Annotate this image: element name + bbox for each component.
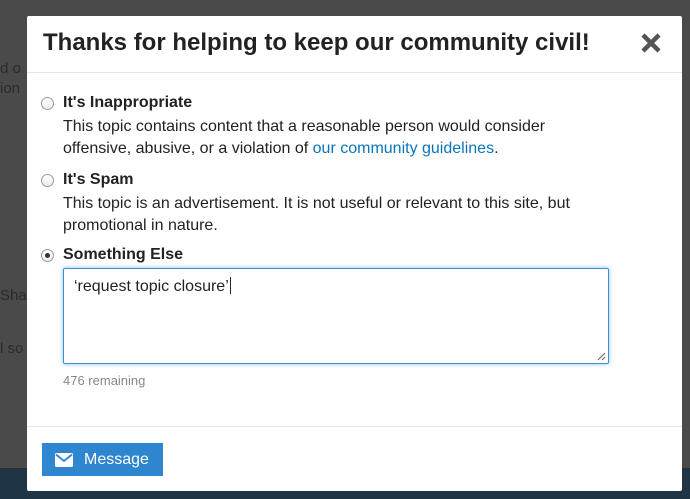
- envelope-icon: [55, 452, 73, 467]
- message-button-label: Message: [84, 450, 149, 468]
- close-button[interactable]: [638, 30, 664, 56]
- option-description: This topic contains content that a reaso…: [63, 116, 603, 160]
- radio-spam[interactable]: [41, 174, 54, 187]
- option-title: Something Else: [63, 246, 184, 263]
- background-text: d o: [0, 60, 21, 77]
- community-guidelines-link[interactable]: our community guidelines: [313, 140, 494, 157]
- option-title: It's Spam: [63, 171, 134, 188]
- text-caret: [229, 277, 231, 294]
- message-button[interactable]: Message: [42, 443, 163, 476]
- modal-header: Thanks for helping to keep our community…: [27, 16, 682, 73]
- option-description-end: .: [494, 140, 499, 157]
- textarea-value: ‘request topic closure’: [74, 278, 229, 295]
- option-description: This topic is an advertisement. It is no…: [63, 195, 570, 234]
- modal-footer: Message: [27, 426, 682, 491]
- radio-something-else[interactable]: [41, 249, 54, 262]
- option-title: It's Inappropriate: [63, 94, 193, 111]
- radio-inappropriate[interactable]: [41, 97, 54, 110]
- message-textarea[interactable]: ‘request topic closure’: [63, 268, 609, 364]
- close-icon: [641, 33, 661, 53]
- flag-modal: Thanks for helping to keep our community…: [27, 16, 682, 491]
- modal-title: Thanks for helping to keep our community…: [43, 29, 590, 56]
- background-text: l so: [0, 340, 24, 357]
- characters-remaining: 476 remaining: [63, 373, 146, 388]
- background-text: ion: [0, 80, 21, 97]
- resize-grip-icon[interactable]: [597, 352, 606, 361]
